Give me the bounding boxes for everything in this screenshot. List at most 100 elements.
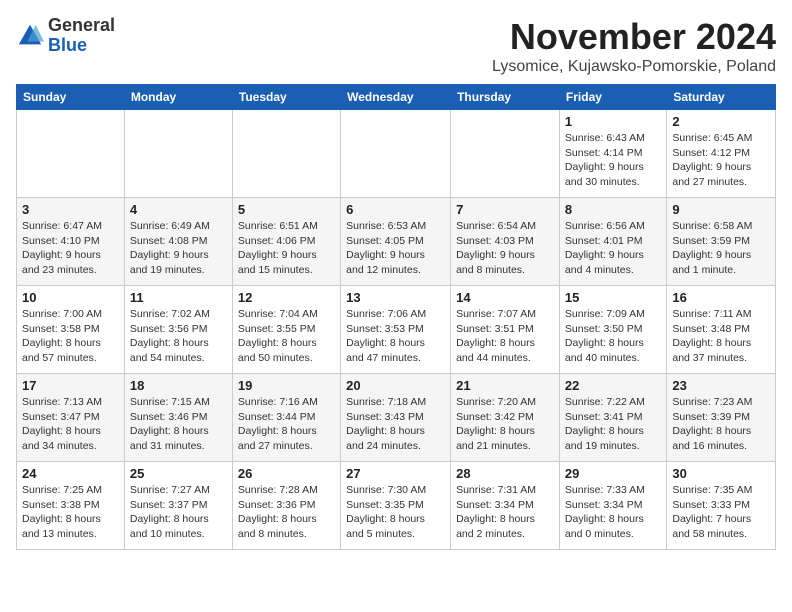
day-info: Sunrise: 7:00 AM Sunset: 3:58 PM Dayligh… xyxy=(22,307,119,366)
day-number: 9 xyxy=(672,202,770,217)
weekday-header-cell: Friday xyxy=(559,85,666,110)
day-info: Sunrise: 7:35 AM Sunset: 3:33 PM Dayligh… xyxy=(672,483,770,542)
calendar-cell: 17Sunrise: 7:13 AM Sunset: 3:47 PM Dayli… xyxy=(17,374,125,462)
calendar-cell: 14 Sunrise: 7:07 AM Sunset: 3:51 PM Dayli… xyxy=(451,286,560,374)
calendar-cell: 7 Sunrise: 6:54 AM Sunset: 4:03 PM Daylig… xyxy=(451,198,560,286)
day-info: Sunrise: 7:22 AM Sunset: 3:41 PM Dayligh… xyxy=(565,395,661,454)
calendar-cell: 30Sunrise: 7:35 AM Sunset: 3:33 PM Dayli… xyxy=(667,462,776,550)
calendar-cell: 25 Sunrise: 7:27 AM Sunset: 3:37 PM Dayli… xyxy=(124,462,232,550)
day-info: Sunrise: 7:27 AM Sunset: 3:37 PM Dayligh… xyxy=(130,483,227,542)
calendar-week-row: 10 Sunrise: 7:00 AM Sunset: 3:58 PM Dayli… xyxy=(17,286,776,374)
logo-general-text: General xyxy=(48,16,115,36)
calendar-cell: 20 Sunrise: 7:18 AM Sunset: 3:43 PM Dayli… xyxy=(341,374,451,462)
day-info: Sunrise: 7:28 AM Sunset: 3:36 PM Dayligh… xyxy=(238,483,335,542)
calendar-cell: 11 Sunrise: 7:02 AM Sunset: 3:56 PM Dayli… xyxy=(124,286,232,374)
day-number: 14 xyxy=(456,290,554,305)
title-area: November 2024 Lysomice, Kujawsko-Pomorsk… xyxy=(492,16,776,76)
day-info: Sunrise: 7:30 AM Sunset: 3:35 PM Dayligh… xyxy=(346,483,445,542)
day-info: Sunrise: 7:16 AM Sunset: 3:44 PM Dayligh… xyxy=(238,395,335,454)
day-number: 21 xyxy=(456,378,554,393)
calendar-cell: 3 Sunrise: 6:47 AM Sunset: 4:10 PM Daylig… xyxy=(17,198,125,286)
day-number: 10 xyxy=(22,290,119,305)
day-number: 22 xyxy=(565,378,661,393)
day-info: Sunrise: 7:11 AM Sunset: 3:48 PM Dayligh… xyxy=(672,307,770,366)
day-info: Sunrise: 7:02 AM Sunset: 3:56 PM Dayligh… xyxy=(130,307,227,366)
calendar: SundayMondayTuesdayWednesdayThursdayFrid… xyxy=(16,84,776,550)
calendar-cell: 8Sunrise: 6:56 AM Sunset: 4:01 PM Daylig… xyxy=(559,198,666,286)
day-number: 13 xyxy=(346,290,445,305)
weekday-header-cell: Wednesday xyxy=(341,85,451,110)
day-number: 1 xyxy=(565,114,661,129)
day-info: Sunrise: 6:54 AM Sunset: 4:03 PM Dayligh… xyxy=(456,219,554,278)
day-info: Sunrise: 6:51 AM Sunset: 4:06 PM Dayligh… xyxy=(238,219,335,278)
day-info: Sunrise: 7:23 AM Sunset: 3:39 PM Dayligh… xyxy=(672,395,770,454)
location-title: Lysomice, Kujawsko-Pomorskie, Poland xyxy=(492,58,776,76)
calendar-cell xyxy=(341,110,451,198)
calendar-week-row: 24Sunrise: 7:25 AM Sunset: 3:38 PM Dayli… xyxy=(17,462,776,550)
day-number: 23 xyxy=(672,378,770,393)
calendar-body: 1 Sunrise: 6:43 AM Sunset: 4:14 PM Daylig… xyxy=(17,110,776,550)
day-info: Sunrise: 6:45 AM Sunset: 4:12 PM Dayligh… xyxy=(672,131,770,190)
day-number: 15 xyxy=(565,290,661,305)
calendar-cell: 18 Sunrise: 7:15 AM Sunset: 3:46 PM Dayli… xyxy=(124,374,232,462)
weekday-header-cell: Tuesday xyxy=(232,85,340,110)
calendar-cell: 4 Sunrise: 6:49 AM Sunset: 4:08 PM Daylig… xyxy=(124,198,232,286)
day-info: Sunrise: 7:25 AM Sunset: 3:38 PM Dayligh… xyxy=(22,483,119,542)
logo-blue-text: Blue xyxy=(48,36,115,56)
day-number: 18 xyxy=(130,378,227,393)
day-number: 16 xyxy=(672,290,770,305)
day-number: 20 xyxy=(346,378,445,393)
calendar-cell: 6 Sunrise: 6:53 AM Sunset: 4:05 PM Daylig… xyxy=(341,198,451,286)
day-info: Sunrise: 7:33 AM Sunset: 3:34 PM Dayligh… xyxy=(565,483,661,542)
logo-text: General Blue xyxy=(48,16,115,56)
calendar-cell: 2Sunrise: 6:45 AM Sunset: 4:12 PM Daylig… xyxy=(667,110,776,198)
weekday-header-cell: Thursday xyxy=(451,85,560,110)
calendar-week-row: 3 Sunrise: 6:47 AM Sunset: 4:10 PM Daylig… xyxy=(17,198,776,286)
day-number: 7 xyxy=(456,202,554,217)
weekday-header-cell: Sunday xyxy=(17,85,125,110)
calendar-cell: 21 Sunrise: 7:20 AM Sunset: 3:42 PM Dayli… xyxy=(451,374,560,462)
day-number: 27 xyxy=(346,466,445,481)
weekday-header-cell: Saturday xyxy=(667,85,776,110)
day-number: 28 xyxy=(456,466,554,481)
day-number: 3 xyxy=(22,202,119,217)
day-info: Sunrise: 6:47 AM Sunset: 4:10 PM Dayligh… xyxy=(22,219,119,278)
calendar-cell: 1 Sunrise: 6:43 AM Sunset: 4:14 PM Daylig… xyxy=(559,110,666,198)
day-number: 4 xyxy=(130,202,227,217)
calendar-cell: 26 Sunrise: 7:28 AM Sunset: 3:36 PM Dayli… xyxy=(232,462,340,550)
calendar-cell: 15Sunrise: 7:09 AM Sunset: 3:50 PM Dayli… xyxy=(559,286,666,374)
day-info: Sunrise: 6:56 AM Sunset: 4:01 PM Dayligh… xyxy=(565,219,661,278)
calendar-cell: 29 Sunrise: 7:33 AM Sunset: 3:34 PM Dayli… xyxy=(559,462,666,550)
day-info: Sunrise: 6:53 AM Sunset: 4:05 PM Dayligh… xyxy=(346,219,445,278)
day-info: Sunrise: 7:15 AM Sunset: 3:46 PM Dayligh… xyxy=(130,395,227,454)
day-info: Sunrise: 7:06 AM Sunset: 3:53 PM Dayligh… xyxy=(346,307,445,366)
day-number: 12 xyxy=(238,290,335,305)
day-info: Sunrise: 6:49 AM Sunset: 4:08 PM Dayligh… xyxy=(130,219,227,278)
day-number: 5 xyxy=(238,202,335,217)
calendar-cell xyxy=(451,110,560,198)
calendar-cell xyxy=(17,110,125,198)
day-number: 6 xyxy=(346,202,445,217)
day-info: Sunrise: 7:20 AM Sunset: 3:42 PM Dayligh… xyxy=(456,395,554,454)
day-info: Sunrise: 6:58 AM Sunset: 3:59 PM Dayligh… xyxy=(672,219,770,278)
calendar-cell xyxy=(124,110,232,198)
day-info: Sunrise: 7:18 AM Sunset: 3:43 PM Dayligh… xyxy=(346,395,445,454)
weekday-header-cell: Monday xyxy=(124,85,232,110)
day-number: 25 xyxy=(130,466,227,481)
calendar-cell xyxy=(232,110,340,198)
logo: General Blue xyxy=(16,16,115,56)
calendar-cell: 27 Sunrise: 7:30 AM Sunset: 3:35 PM Dayli… xyxy=(341,462,451,550)
day-info: Sunrise: 7:04 AM Sunset: 3:55 PM Dayligh… xyxy=(238,307,335,366)
calendar-cell: 13 Sunrise: 7:06 AM Sunset: 3:53 PM Dayli… xyxy=(341,286,451,374)
calendar-week-row: 17Sunrise: 7:13 AM Sunset: 3:47 PM Dayli… xyxy=(17,374,776,462)
day-info: Sunrise: 7:13 AM Sunset: 3:47 PM Dayligh… xyxy=(22,395,119,454)
calendar-week-row: 1 Sunrise: 6:43 AM Sunset: 4:14 PM Daylig… xyxy=(17,110,776,198)
day-info: Sunrise: 7:31 AM Sunset: 3:34 PM Dayligh… xyxy=(456,483,554,542)
day-number: 29 xyxy=(565,466,661,481)
day-info: Sunrise: 6:43 AM Sunset: 4:14 PM Dayligh… xyxy=(565,131,661,190)
day-info: Sunrise: 7:07 AM Sunset: 3:51 PM Dayligh… xyxy=(456,307,554,366)
calendar-cell: 10 Sunrise: 7:00 AM Sunset: 3:58 PM Dayli… xyxy=(17,286,125,374)
day-number: 26 xyxy=(238,466,335,481)
calendar-cell: 19Sunrise: 7:16 AM Sunset: 3:44 PM Dayli… xyxy=(232,374,340,462)
day-number: 11 xyxy=(130,290,227,305)
